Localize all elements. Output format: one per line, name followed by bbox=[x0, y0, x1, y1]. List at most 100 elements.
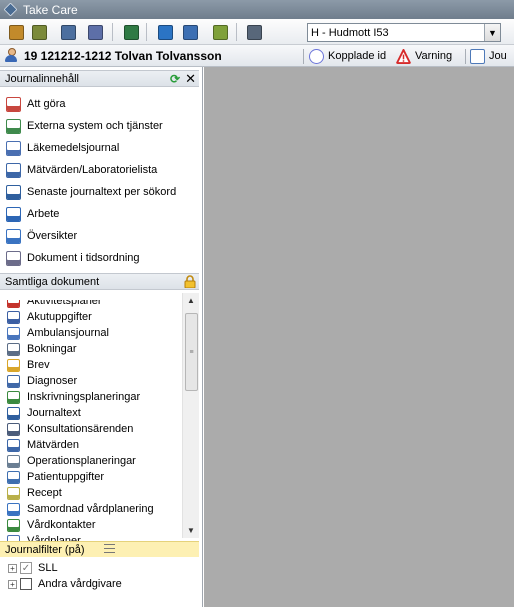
documents-title: Samtliga dokument bbox=[5, 275, 100, 288]
document-list-scrollbar[interactable]: ▲ ≡ ▼ bbox=[182, 293, 199, 538]
calculator-icon bbox=[31, 24, 47, 40]
computer-icon bbox=[246, 24, 262, 40]
card-icon bbox=[212, 24, 228, 40]
filter-label-sll: SLL bbox=[38, 562, 58, 574]
left-pane: Journalinnehåll ⟳ ✕ Att göra Externa syst… bbox=[0, 67, 203, 607]
journal-item[interactable]: Översikter bbox=[6, 227, 77, 245]
overview-icon bbox=[6, 228, 21, 244]
toolbar-divider bbox=[146, 23, 147, 41]
document-type-icon bbox=[7, 438, 20, 452]
document-list-item[interactable]: Mätvärden bbox=[7, 437, 79, 453]
journal-item-label: Att göra bbox=[27, 98, 66, 110]
network-button[interactable] bbox=[180, 22, 200, 42]
medication-icon bbox=[6, 140, 21, 156]
journal-item[interactable]: Externa system och tjänster bbox=[6, 117, 163, 135]
document-list-label: Aktivitetsplaner bbox=[27, 300, 102, 307]
journal-item-label: Externa system och tjänster bbox=[27, 120, 163, 132]
care-unit-select[interactable]: H - Hudmott I53 ▼ bbox=[307, 23, 501, 42]
document-list-label: Mätvärden bbox=[27, 439, 79, 451]
journal-item[interactable]: Mätvärden/Laboratorielista bbox=[6, 161, 157, 179]
journal-filter-header[interactable]: Journalfilter (på) bbox=[0, 541, 199, 557]
journal-item-label: Översikter bbox=[27, 230, 78, 242]
journal-item[interactable]: Dokument i tidsordning bbox=[6, 249, 140, 267]
document-list-item[interactable]: Akutuppgifter bbox=[7, 309, 92, 325]
document-list-label: Inskrivningsplaneringar bbox=[27, 391, 141, 403]
journal-item[interactable]: Läkemedelsjournal bbox=[6, 139, 119, 157]
document-list: Aktivitetsplaner Akutuppgifter Ambulansjou… bbox=[0, 300, 199, 542]
network-icon bbox=[182, 24, 198, 40]
chevron-down-icon[interactable]: ▼ bbox=[484, 24, 500, 41]
document-list-label: Operationsplaneringar bbox=[27, 455, 136, 467]
expand-icon[interactable]: + bbox=[8, 563, 17, 573]
linked-id-label: Kopplade id bbox=[328, 50, 387, 62]
patient-info[interactable]: 19 121212-1212 Tolvan Tolvansson bbox=[4, 48, 222, 63]
warning-button[interactable]: Varning bbox=[396, 47, 452, 65]
documents-header: Samtliga dokument bbox=[0, 273, 199, 290]
journal-tab-label: Jou bbox=[489, 50, 507, 62]
document-type-icon bbox=[7, 374, 20, 388]
document-list-label: Vårdkontakter bbox=[27, 519, 96, 531]
document-list-label: Journaltext bbox=[27, 407, 81, 419]
globe-icon bbox=[157, 24, 173, 40]
journal-book-button[interactable] bbox=[6, 22, 26, 42]
journal-tab-icon bbox=[470, 48, 485, 64]
journal-item[interactable]: Senaste journaltext per sökord bbox=[6, 183, 176, 201]
document-list-item[interactable]: Aktivitetsplaner bbox=[7, 300, 102, 309]
filter-checkbox-other-providers[interactable] bbox=[20, 578, 32, 590]
document-list-item[interactable]: Ambulansjournal bbox=[7, 325, 109, 341]
globe-button[interactable] bbox=[155, 22, 175, 42]
document-list-item[interactable]: Bokningar bbox=[7, 341, 77, 357]
expand-icon[interactable]: + bbox=[8, 579, 17, 589]
document-type-icon bbox=[7, 310, 20, 324]
document-list-item[interactable]: Vårdkontakter bbox=[7, 517, 95, 533]
patient-identity: 19 121212-1212 Tolvan Tolvansson bbox=[24, 48, 222, 63]
toolbar-divider bbox=[236, 23, 237, 41]
scroll-thumb[interactable]: ≡ bbox=[185, 313, 198, 391]
computer-button[interactable] bbox=[244, 22, 264, 42]
document-list-label: Akutuppgifter bbox=[27, 311, 92, 323]
lock-icon[interactable] bbox=[184, 275, 196, 288]
document-list-item[interactable]: Operationsplaneringar bbox=[7, 453, 136, 469]
document-type-icon bbox=[7, 406, 20, 420]
filter-checkbox-sll[interactable]: ✓ bbox=[20, 562, 32, 574]
warning-icon bbox=[396, 48, 411, 64]
monitor-icon bbox=[123, 24, 139, 40]
journal-item[interactable]: Arbete bbox=[6, 205, 59, 223]
journal-content-header: Journalinnehåll ⟳ ✕ bbox=[0, 70, 199, 87]
monitor-button[interactable] bbox=[121, 22, 141, 42]
scroll-up-icon[interactable]: ▲ bbox=[183, 293, 199, 308]
document-list-label: Brev bbox=[27, 359, 50, 371]
document-type-icon bbox=[7, 358, 20, 372]
document-list-label: Ambulansjournal bbox=[27, 327, 109, 339]
main-work-area bbox=[204, 67, 514, 607]
menu-icon[interactable] bbox=[104, 544, 115, 553]
lab-icon bbox=[6, 162, 21, 178]
document-list-item[interactable]: Patientuppgifter bbox=[7, 469, 104, 485]
document-list-item[interactable]: Journaltext bbox=[7, 405, 81, 421]
scroll-down-icon[interactable]: ▼ bbox=[183, 523, 199, 538]
journal-tab-button[interactable]: Jou bbox=[470, 47, 507, 65]
divider bbox=[303, 49, 304, 64]
document-list-item[interactable]: Inskrivningsplaneringar bbox=[7, 389, 140, 405]
document-type-icon bbox=[7, 300, 20, 308]
checklist-button[interactable] bbox=[85, 22, 105, 42]
barcode-button[interactable] bbox=[58, 22, 78, 42]
journal-book-icon bbox=[8, 24, 24, 40]
card-button[interactable] bbox=[210, 22, 230, 42]
barcode-icon bbox=[60, 24, 76, 40]
close-icon[interactable]: ✕ bbox=[185, 72, 196, 85]
filter-item-other-providers[interactable]: + Andra vårdgivare bbox=[8, 576, 122, 592]
document-list-item[interactable]: Diagnoser bbox=[7, 373, 77, 389]
refresh-icon[interactable]: ⟳ bbox=[170, 72, 180, 86]
document-list-item[interactable]: Brev bbox=[7, 357, 50, 373]
journal-item-label: Senaste journaltext per sökord bbox=[27, 186, 177, 198]
document-list-item[interactable]: Konsultationsärenden bbox=[7, 421, 133, 437]
linked-id-button[interactable]: Kopplade id bbox=[309, 47, 386, 65]
calculator-button[interactable] bbox=[29, 22, 49, 42]
filter-item-sll[interactable]: + ✓ SLL bbox=[8, 560, 58, 576]
document-list-item[interactable]: Recept bbox=[7, 485, 62, 501]
document-type-icon bbox=[7, 326, 20, 340]
document-list-item[interactable]: Samordnad vårdplanering bbox=[7, 501, 154, 517]
journal-item[interactable]: Att göra bbox=[6, 95, 66, 113]
toolbar-divider bbox=[112, 23, 113, 41]
